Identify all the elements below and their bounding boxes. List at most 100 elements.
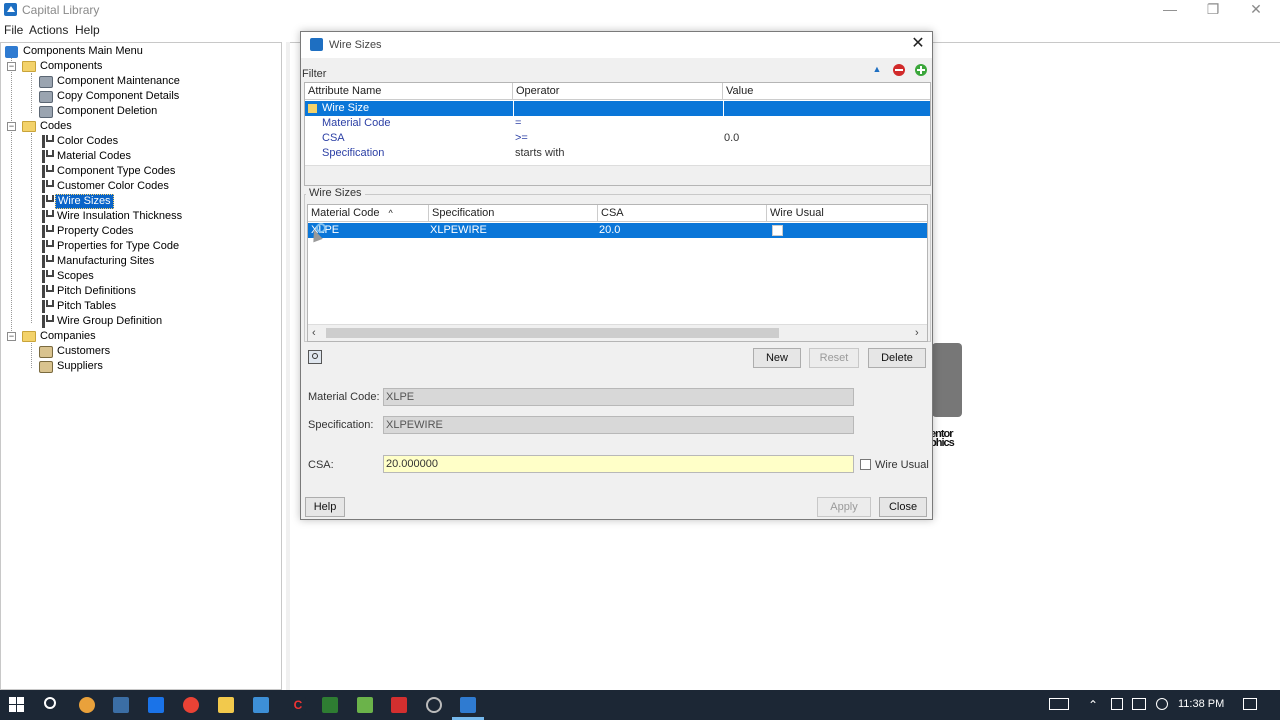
tree-item-component-deletion[interactable]: Component Deletion <box>39 104 269 119</box>
filter-row[interactable]: Wire Size <box>305 101 930 116</box>
file-manager-icon[interactable] <box>113 697 129 713</box>
folder-icon[interactable] <box>218 697 234 713</box>
tree-item-suppliers[interactable]: Suppliers <box>39 359 269 374</box>
tree-item-label: Wire Sizes <box>55 194 114 209</box>
filter-row[interactable]: Material Code = <box>305 116 930 131</box>
chrome-canary-icon[interactable] <box>79 697 95 713</box>
tree-item-companies[interactable]: − Companies <box>3 329 273 344</box>
filter-row[interactable]: Specification starts with <box>305 146 930 161</box>
tree-item-root[interactable]: Components Main Menu <box>3 44 273 59</box>
collapse-icon[interactable]: − <box>7 62 16 71</box>
close-button[interactable]: Close <box>879 497 927 517</box>
tree-connector <box>31 133 32 323</box>
column-header-attribute-name[interactable]: Attribute Name <box>305 83 513 100</box>
collapse-icon[interactable]: − <box>7 332 16 341</box>
cell-wire-usual-checkbox[interactable] <box>772 225 783 236</box>
column-header-specification[interactable]: Specification <box>429 205 598 222</box>
puzzle-icon[interactable] <box>357 697 373 713</box>
globe-icon[interactable] <box>1156 698 1168 710</box>
column-header-material-code[interactable]: Material Code ^ <box>308 205 429 222</box>
dialog-close-button[interactable]: ✕ <box>907 35 929 55</box>
clock-app-icon[interactable] <box>426 697 442 713</box>
add-filter-icon[interactable] <box>915 64 927 76</box>
scroll-left-icon[interactable]: ‹ <box>312 327 316 339</box>
collapse-icon[interactable]: − <box>7 122 16 131</box>
menu-actions[interactable]: Actions <box>29 23 68 37</box>
tree-item-color-codes[interactable]: Color Codes <box>41 134 271 149</box>
maximize-button[interactable]: ❐ <box>1193 0 1233 21</box>
tree-item-customer-color-codes[interactable]: Customer Color Codes <box>41 179 271 194</box>
tree-item-label: Component Type Codes <box>57 165 176 177</box>
filter-operator[interactable]: starts with <box>512 146 565 161</box>
tree-item-property-codes[interactable]: Property Codes <box>41 224 271 239</box>
tree-item-component-type-codes[interactable]: Component Type Codes <box>41 164 271 179</box>
spreadsheet-icon[interactable] <box>322 697 338 713</box>
window-close-button[interactable]: ✕ <box>1236 0 1276 21</box>
remove-filter-icon[interactable] <box>893 64 905 76</box>
horizontal-scrollbar[interactable]: ‹ › <box>308 324 927 341</box>
tree-item-component-maintenance[interactable]: Component Maintenance <box>39 74 269 89</box>
inspect-icon[interactable] <box>308 350 322 364</box>
filter-operator[interactable]: >= <box>512 131 528 146</box>
windows-start-icon[interactable] <box>9 697 25 713</box>
capital-library-icon[interactable] <box>460 697 476 713</box>
chevron-up-icon[interactable]: ⌃ <box>1088 698 1098 712</box>
wrench-icon <box>41 300 54 313</box>
column-header-operator[interactable]: Operator <box>513 83 723 100</box>
ime-icon[interactable] <box>1132 698 1146 710</box>
wrench-icon <box>41 240 54 253</box>
filter-operator[interactable]: = <box>512 116 521 131</box>
outlook-icon[interactable] <box>148 697 164 713</box>
scroll-right-icon[interactable]: › <box>915 327 919 339</box>
people-icon <box>39 346 53 358</box>
help-button[interactable]: Help <box>305 497 345 517</box>
clock[interactable]: 11:38 PM <box>1178 698 1224 710</box>
column-header-value[interactable]: Value <box>723 83 930 100</box>
reset-button[interactable]: Reset <box>809 348 859 368</box>
tree-item-wire-group-definition[interactable]: Wire Group Definition <box>41 314 271 329</box>
filter-value[interactable]: 0.0 <box>721 131 739 146</box>
app-icon <box>4 3 17 16</box>
specification-field[interactable]: XLPEWIRE <box>383 416 854 434</box>
notifications-icon[interactable] <box>1243 698 1257 710</box>
tree-item-wire-insulation-thickness[interactable]: Wire Insulation Thickness <box>41 209 271 224</box>
tree-item-wire-sizes[interactable]: Wire Sizes <box>41 194 271 209</box>
tree-item-properties-for-type-code[interactable]: Properties for Type Code <box>41 239 271 254</box>
filter-row[interactable]: CSA >= 0.0 <box>305 131 930 146</box>
delete-button[interactable]: Delete <box>868 348 926 368</box>
tree-item-pitch-tables[interactable]: Pitch Tables <box>41 299 271 314</box>
scrollbar-thumb[interactable] <box>326 328 779 338</box>
menu-icon <box>5 46 18 58</box>
menu-file[interactable]: File <box>4 23 23 37</box>
search-icon[interactable] <box>44 697 56 709</box>
tree-item-copy-component-details[interactable]: Copy Component Details <box>39 89 269 104</box>
network-icon[interactable] <box>1111 698 1123 710</box>
tree-item-components[interactable]: − Components <box>3 59 273 74</box>
wire-sizes-group-title: Wire Sizes <box>306 187 365 199</box>
move-up-icon[interactable]: ▲ <box>872 64 882 74</box>
table-row[interactable]: XLPE XLPEWIRE 20.0 <box>308 223 927 238</box>
tree-item-material-codes[interactable]: Material Codes <box>41 149 271 164</box>
minimize-button[interactable]: — <box>1150 0 1190 21</box>
wps-icon[interactable] <box>391 697 407 713</box>
csa-field[interactable]: 20.000000 <box>383 455 854 473</box>
tree-item-customers[interactable]: Customers <box>39 344 269 359</box>
column-header-csa[interactable]: CSA <box>598 205 767 222</box>
tree-item-codes[interactable]: − Codes <box>3 119 273 134</box>
tree-item-manufacturing-sites[interactable]: Manufacturing Sites <box>41 254 271 269</box>
filter-table-header: Attribute Name Operator Value <box>305 83 930 100</box>
tree-item-label: Companies <box>40 330 96 342</box>
app-icon[interactable] <box>253 697 269 713</box>
tree-item-pitch-definitions[interactable]: Pitch Definitions <box>41 284 271 299</box>
material-code-field[interactable]: XLPE <box>383 388 854 406</box>
new-button[interactable]: New <box>753 348 801 368</box>
column-header-wire-usual[interactable]: Wire Usual <box>767 205 927 222</box>
wire-usual-checkbox[interactable] <box>860 459 871 470</box>
chrome-icon[interactable] <box>183 697 199 713</box>
apply-button[interactable]: Apply <box>817 497 871 517</box>
tree-item-scopes[interactable]: Scopes <box>41 269 271 284</box>
capital-icon[interactable]: C <box>290 697 306 713</box>
keyboard-icon[interactable] <box>1049 698 1069 710</box>
tree-item-label: Scopes <box>57 270 94 282</box>
menu-help[interactable]: Help <box>75 23 100 37</box>
